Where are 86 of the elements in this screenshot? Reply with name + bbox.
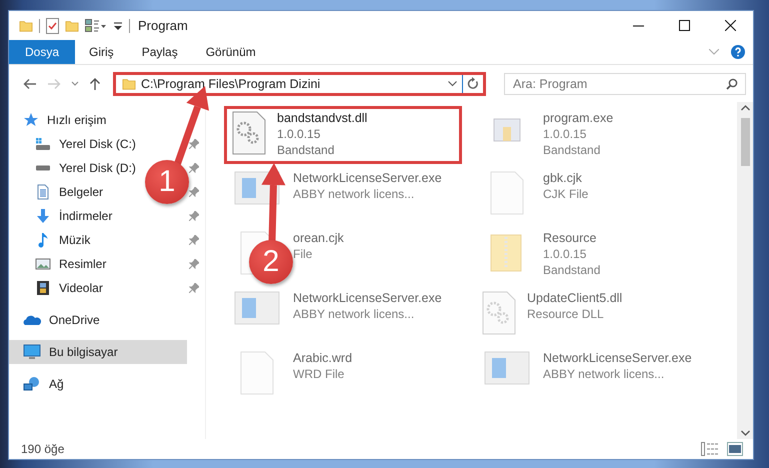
drive-icon [35, 165, 51, 171]
back-button[interactable] [23, 78, 37, 90]
ribbon-tab[interactable]: Paylaş [128, 40, 192, 64]
close-icon [724, 20, 736, 31]
sidebar-item[interactable]: Yerel Disk (C:) [9, 132, 145, 156]
view-icon [85, 18, 107, 32]
file-name: bandstandvst.dll [277, 111, 368, 125]
file-name: Arabic.wrd [293, 351, 352, 365]
file-detail: File [293, 247, 314, 261]
chevron-down-icon[interactable] [448, 80, 457, 86]
file-detail: 1.0.0.15 [277, 127, 322, 141]
search-field[interactable]: Ara: Program [504, 72, 746, 94]
sidebar-item[interactable]: Ağ [9, 372, 187, 396]
file-detail: Bandstand [277, 143, 336, 157]
sidebar-label: Müzik [59, 233, 92, 247]
window-title: Program [138, 18, 188, 33]
search-icon [726, 78, 738, 90]
download-arrow-icon [35, 208, 51, 224]
file-detail: ABBY network licens... [543, 367, 666, 381]
address-bar[interactable]: C:\Program Files\Program Dizini [113, 72, 486, 96]
sidebar-label: Yerel Disk (C:) [59, 137, 137, 151]
file-detail: Bandstand [543, 143, 602, 157]
file-detail: ABBY network licens... [293, 187, 416, 201]
tiles-view-icon[interactable] [727, 442, 743, 456]
file-name: NetworkLicenseServer.exe [543, 351, 692, 365]
file-name: gbk.cjk [543, 171, 583, 185]
file-detail: CJK File [543, 187, 588, 201]
dropdown-icon [113, 20, 123, 30]
details-view-icon[interactable] [701, 442, 719, 456]
checklist-icon [46, 18, 59, 34]
sidebar-item[interactable]: İndirmeler [9, 204, 145, 228]
sidebar-label: Videolar [59, 281, 104, 295]
file-tile[interactable]: bandstandvst.dll 1.0.0.15 Bandstand [224, 106, 462, 164]
file-name: program.exe [543, 111, 614, 125]
document-icon [35, 184, 51, 200]
sidebar-item[interactable]: Bu bilgisayar [9, 340, 187, 364]
sidebar-label: Bu bilgisayar [49, 345, 119, 359]
ribbon-tab[interactable]: Giriş [75, 40, 128, 64]
drive-icon [35, 136, 51, 152]
sidebar-item[interactable]: Yerel Disk (D:) [9, 156, 145, 180]
file-menu-tab[interactable]: Dosya [9, 40, 76, 64]
sidebar-label: Hızlı erişim [47, 113, 108, 127]
gear-file-icon [232, 111, 266, 155]
file-detail: ABBY network licens... [293, 307, 416, 321]
recent-locations-button[interactable] [71, 80, 79, 86]
item-count: 190 öğe [21, 442, 64, 456]
sidebar-item[interactable]: Resimler [9, 252, 145, 276]
sidebar-item[interactable]: Videolar [9, 276, 145, 300]
blank-file-icon [240, 351, 274, 395]
minimize-icon [632, 24, 644, 26]
gear-file-icon [482, 291, 516, 335]
up-button[interactable] [89, 76, 101, 90]
maximize-icon [678, 20, 690, 31]
sidebar-label: Belgeler [59, 185, 104, 199]
sidebar-label: Yerel Disk (D:) [59, 161, 137, 175]
sidebar-label: OneDrive [49, 313, 101, 327]
window-icon [484, 351, 530, 385]
help-icon[interactable] [731, 45, 745, 59]
sidebar-item[interactable]: Hızlı erişim [9, 108, 187, 132]
network-icon [23, 376, 41, 392]
film-icon [35, 280, 51, 296]
file-detail: Resource DLL [527, 307, 605, 321]
sidebar-label: Resimler [59, 257, 108, 271]
sidebar-item[interactable]: Müzik [9, 228, 145, 252]
file-name: NetworkLicenseServer.exe [293, 171, 442, 185]
file-detail: WRD File [293, 367, 346, 381]
file-detail: Bandstand [543, 263, 600, 277]
sidebar-label: Ağ [49, 377, 65, 391]
monitor-icon [23, 344, 41, 360]
ribbon-tab[interactable]: Görünüm [192, 40, 270, 64]
blank-file-icon [490, 171, 524, 215]
star-icon [23, 112, 39, 128]
file-name: NetworkLicenseServer.exe [293, 291, 442, 305]
sidebar-item[interactable]: Belgeler [9, 180, 145, 204]
address-path: C:\Program Files\Program Dizini [141, 76, 322, 90]
picture-icon [35, 256, 51, 272]
file-detail: 1.0.0.15 [543, 127, 588, 141]
scrollbar-thumb[interactable] [740, 118, 750, 166]
file-name: Resource [543, 231, 598, 245]
file-detail: 1.0.0.15 [543, 247, 588, 261]
window-icon [234, 291, 280, 325]
file-name: UpdateClient5.dll [527, 291, 622, 305]
sidebar-item[interactable]: OneDrive [9, 308, 187, 332]
refresh-icon[interactable] [467, 77, 479, 90]
file-name: orean.cjk [293, 231, 344, 245]
sidebar-label: İndirmeler [59, 209, 114, 223]
